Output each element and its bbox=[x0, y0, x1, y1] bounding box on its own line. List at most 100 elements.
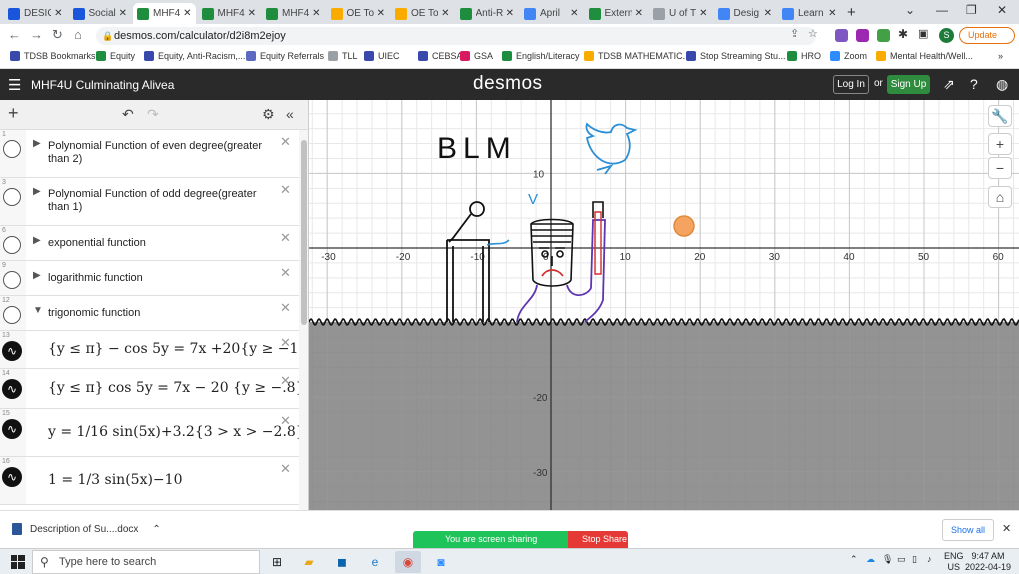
tray-chevron-icon[interactable]: ⌃ bbox=[850, 554, 858, 565]
close-tab-icon[interactable]: ✕ bbox=[828, 8, 836, 19]
network-icon[interactable]: ▯ bbox=[912, 554, 917, 565]
share-icon[interactable]: ⇪ bbox=[790, 27, 799, 40]
browser-tab[interactable]: Extern ✕ bbox=[585, 3, 648, 24]
forward-icon[interactable]: → bbox=[30, 27, 43, 42]
close-tab-icon[interactable]: ✕ bbox=[312, 8, 320, 19]
close-window-icon[interactable]: ✕ bbox=[997, 3, 1007, 17]
zoom-app-icon[interactable]: ◙ bbox=[428, 551, 454, 573]
bookmark-item[interactable]: TDSB Bookmarks bbox=[10, 51, 96, 61]
expression-folder[interactable]: 3 ▶ Polynomial Function of odd degree(grea… bbox=[0, 178, 299, 226]
share-graph-icon[interactable]: ⇗ bbox=[943, 76, 955, 93]
collapse-panel-icon[interactable]: « bbox=[286, 106, 294, 122]
close-tab-icon[interactable]: ✕ bbox=[570, 8, 578, 19]
delete-expression-icon[interactable]: ✕ bbox=[280, 413, 291, 429]
settings-gear-icon[interactable]: ⚙ bbox=[262, 106, 275, 123]
extensions-puzzle-icon[interactable]: ✱ bbox=[898, 27, 908, 41]
browser-tab[interactable]: MHF4 ✕ bbox=[133, 3, 196, 24]
expression-row[interactable]: 15 ∿ y = 1/16 sin(5x)+3.2{3 > x > −2.8} ✕ bbox=[0, 409, 305, 457]
browser-tab[interactable]: DESIG✕ bbox=[4, 3, 67, 24]
delete-expression-icon[interactable]: ✕ bbox=[280, 265, 291, 281]
bookmark-item[interactable]: UIEC bbox=[364, 51, 400, 61]
zoom-out-button[interactable]: − bbox=[988, 157, 1012, 179]
folder-title[interactable]: trigonomic function bbox=[48, 307, 273, 320]
url-field[interactable]: 🔒 desmos.com/calculator/d2i8m2ejoy bbox=[96, 27, 816, 45]
download-item[interactable]: Description of Su....docx ⌃ bbox=[12, 523, 161, 535]
add-item-icon[interactable]: + bbox=[8, 103, 19, 124]
expression-math[interactable]: {y ≤ π} cos 5y = 7x − 20 {y ≥ −.8} bbox=[48, 380, 305, 396]
browser-tab[interactable]: Anti-R ✕ bbox=[456, 3, 519, 24]
collapse-folder-icon[interactable]: ▼ bbox=[33, 305, 43, 316]
folder-title[interactable]: Polynomial Function of even degree(great… bbox=[48, 140, 273, 166]
delete-expression-icon[interactable]: ✕ bbox=[280, 461, 291, 477]
help-icon[interactable]: ? bbox=[970, 76, 978, 92]
task-view-icon[interactable]: ⊞ bbox=[264, 551, 290, 573]
expand-folder-icon[interactable]: ▶ bbox=[33, 138, 41, 149]
outlook-icon[interactable]: ◼ bbox=[329, 551, 355, 573]
bookmark-item[interactable]: CEBSA bbox=[418, 51, 463, 61]
minimize-icon[interactable]: — bbox=[936, 3, 948, 17]
bookmark-star-icon[interactable]: ☆ bbox=[808, 27, 818, 40]
graph-visibility-icon[interactable]: ∿ bbox=[2, 467, 22, 487]
folder-title[interactable]: Polynomial Function of odd degree(greate… bbox=[48, 188, 273, 214]
extension-icon[interactable] bbox=[856, 29, 869, 42]
tab-search-icon[interactable]: ⌄ bbox=[905, 3, 915, 17]
delete-expression-icon[interactable]: ✕ bbox=[280, 134, 291, 150]
delete-expression-icon[interactable]: ✕ bbox=[280, 230, 291, 246]
undo-icon[interactable]: ↶ bbox=[122, 106, 134, 123]
expression-row[interactable]: 14 ∿ {y ≤ π} cos 5y = 7x − 20 {y ≥ −.8} ✕ bbox=[0, 369, 305, 409]
reload-icon[interactable]: ↻ bbox=[52, 27, 63, 43]
expression-folder[interactable]: 9 ▶ logarithmic function ✕ bbox=[0, 261, 299, 296]
extension-icon[interactable] bbox=[877, 29, 890, 42]
expand-folder-icon[interactable]: ▶ bbox=[33, 235, 41, 246]
close-download-bar-icon[interactable]: ✕ bbox=[1002, 522, 1011, 535]
browser-tab[interactable]: April ✕ bbox=[520, 3, 583, 24]
redo-icon[interactable]: ↷ bbox=[147, 106, 159, 123]
expression-row[interactable]: 16 ∿ 1 = 1/3 sin(5x)−10 ✕ bbox=[0, 457, 299, 505]
more-bookmarks-icon[interactable]: » bbox=[998, 51, 1003, 61]
folder-visibility-icon[interactable] bbox=[3, 140, 21, 158]
update-button[interactable]: Update bbox=[959, 27, 1015, 44]
close-tab-icon[interactable]: ✕ bbox=[506, 8, 514, 19]
home-icon[interactable]: ⌂ bbox=[74, 27, 82, 42]
graph-visibility-icon[interactable]: ∿ bbox=[2, 419, 22, 439]
menu-icon[interactable]: ☰ bbox=[8, 76, 21, 94]
stop-share-button[interactable]: Stop Share bbox=[568, 531, 628, 548]
expand-folder-icon[interactable]: ▶ bbox=[33, 186, 41, 197]
close-tab-icon[interactable]: ✕ bbox=[183, 8, 191, 19]
browser-tab[interactable]: Social ✕ bbox=[69, 3, 132, 24]
bookmark-item[interactable]: Stop Streaming Stu... bbox=[686, 51, 786, 61]
orange-point[interactable] bbox=[673, 215, 695, 237]
sidepanel-icon[interactable]: ▣ bbox=[918, 27, 928, 40]
expression-math[interactable]: 1 = 1/3 sin(5x)−10 bbox=[48, 472, 182, 488]
system-clock[interactable]: 9:47 AM 2022-04-19 bbox=[965, 551, 1011, 573]
back-icon[interactable]: ← bbox=[8, 27, 21, 42]
close-tab-icon[interactable]: ✕ bbox=[699, 8, 707, 19]
mic-icon[interactable]: 🎙 bbox=[882, 554, 893, 565]
delete-expression-icon[interactable]: ✕ bbox=[280, 335, 291, 351]
show-all-button[interactable]: Show all bbox=[942, 519, 994, 541]
close-tab-icon[interactable]: ✕ bbox=[119, 8, 127, 19]
browser-tab[interactable]: MHF4 ✕ bbox=[262, 3, 325, 24]
restore-icon[interactable]: ❐ bbox=[966, 3, 977, 17]
close-tab-icon[interactable]: ✕ bbox=[377, 8, 385, 19]
expression-folder[interactable]: 1 ▶ Polynomial Function of even degree(gre… bbox=[0, 130, 299, 178]
profile-avatar[interactable]: S bbox=[939, 28, 954, 43]
folder-visibility-icon[interactable] bbox=[3, 236, 21, 254]
extension-icon[interactable] bbox=[835, 29, 848, 42]
browser-tab[interactable]: U of T ✕ bbox=[649, 3, 712, 24]
bookmark-item[interactable]: Equity bbox=[96, 51, 135, 61]
chrome-icon[interactable]: ◉ bbox=[395, 551, 421, 573]
bookmark-item[interactable]: GSA bbox=[460, 51, 493, 61]
bookmark-item[interactable]: TLL bbox=[328, 51, 358, 61]
globe-icon[interactable]: ◍ bbox=[996, 76, 1008, 93]
expression-math[interactable]: y = 1/16 sin(5x)+3.2{3 > x > −2.8} bbox=[48, 424, 305, 440]
expression-row[interactable]: 13 ∿ {y ≤ π} − cos 5y = 7x +20{y ≥ −1} ✕ bbox=[0, 331, 307, 369]
browser-tab[interactable]: OE To ✕ bbox=[391, 3, 454, 24]
expression-folder[interactable]: 6 ▶ exponential function ✕ bbox=[0, 226, 299, 261]
bookmark-item[interactable]: Equity, Anti-Racism,... bbox=[144, 51, 245, 61]
folder-visibility-icon[interactable] bbox=[3, 188, 21, 206]
graph-paper[interactable]: -30 -20 -10 0 10 20 30 40 50 60 10 -20 -30 BLM V bbox=[309, 100, 1019, 510]
delete-expression-icon[interactable]: ✕ bbox=[280, 300, 291, 316]
close-tab-icon[interactable]: ✕ bbox=[764, 8, 772, 19]
file-explorer-icon[interactable]: ▰ bbox=[296, 551, 322, 573]
